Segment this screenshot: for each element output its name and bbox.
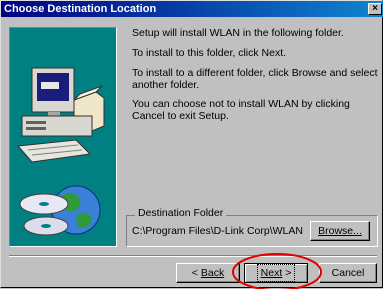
window-title: Choose Destination Location (4, 3, 157, 15)
info-text-2: To install to this folder, click Next. (132, 47, 287, 59)
setup-illustration (9, 27, 117, 247)
next-focus-outline: Next > (256, 264, 296, 282)
info-text-4: You can choose not to install WLAN by cl… (132, 98, 350, 122)
browse-button[interactable]: Browse... (310, 221, 370, 241)
info-text-1: Setup will install WLAN in the following… (132, 27, 344, 39)
back-prefix: < (191, 267, 198, 279)
setup-dialog: Choose Destination Location × Setup will… (0, 0, 383, 289)
next-suffix: > (285, 267, 292, 279)
info-text-3: To install to a different folder, click … (132, 67, 378, 91)
cancel-button[interactable]: Cancel (319, 263, 377, 283)
footer-separator (9, 255, 377, 257)
destination-folder-label: Destination Folder (135, 207, 227, 219)
browse-label: Browse... (318, 225, 362, 237)
next-label: Next (260, 267, 283, 279)
back-button[interactable]: < Back (176, 263, 240, 283)
destination-path: C:\Program Files\D-Link Corp\WLAN (132, 225, 303, 237)
title-bar: Choose Destination Location × (1, 1, 383, 17)
next-button[interactable]: Next > (244, 263, 308, 283)
computer-and-globe-icon (16, 67, 105, 236)
close-icon: × (372, 3, 378, 14)
back-label: Back (200, 267, 225, 279)
close-button[interactable]: × (368, 3, 382, 15)
cancel-label: Cancel (331, 267, 365, 279)
